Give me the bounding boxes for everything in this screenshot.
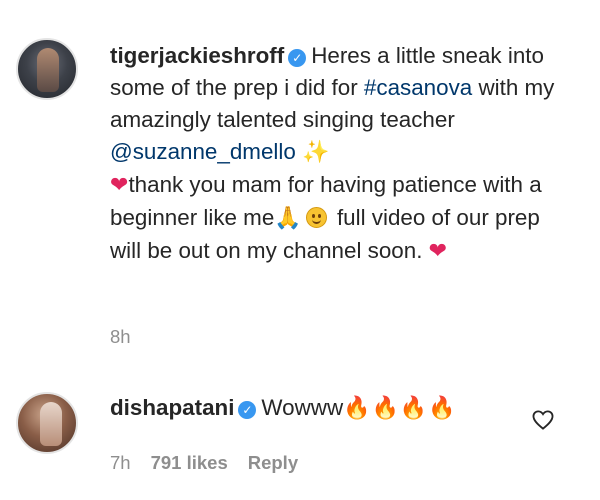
- hashtag-link[interactable]: #casanova: [364, 75, 472, 100]
- smiling-face-icon: [305, 207, 327, 228]
- verified-badge-icon: ✓: [288, 49, 307, 67]
- heart-icon: ❤: [110, 173, 129, 198]
- fire-icon: 🔥🔥🔥🔥: [343, 396, 457, 421]
- sparkles-icon: ✨: [302, 140, 330, 165]
- comment-body: dishapatani ✓ Wowww🔥🔥🔥🔥: [110, 392, 566, 425]
- mention-link[interactable]: @suzanne_dmello: [110, 139, 296, 164]
- comment-time: 8h: [110, 326, 131, 347]
- avatar-figure: [40, 402, 62, 446]
- comment-username[interactable]: tigerjackieshroff: [110, 43, 284, 68]
- comment-meta: 7h 791 likes Reply: [110, 452, 318, 474]
- likes-count[interactable]: 791 likes: [151, 452, 228, 473]
- avatar[interactable]: [16, 38, 78, 100]
- comment-text: Wowww: [261, 395, 344, 420]
- folded-hands-icon: 🙏: [274, 206, 302, 231]
- comment-time: 7h: [110, 452, 131, 473]
- avatar-figure: [37, 48, 59, 92]
- reply-button[interactable]: Reply: [248, 452, 298, 473]
- avatar[interactable]: [16, 392, 78, 454]
- verified-badge-icon: ✓: [238, 401, 257, 419]
- comment-meta: 8h: [110, 326, 151, 348]
- heart-icon: ❤: [428, 239, 448, 264]
- comment-username[interactable]: dishapatani: [110, 395, 234, 420]
- like-heart-icon[interactable]: [532, 410, 554, 430]
- comment-body: tigerjackieshroff ✓ Heres a little sneak i…: [110, 40, 566, 268]
